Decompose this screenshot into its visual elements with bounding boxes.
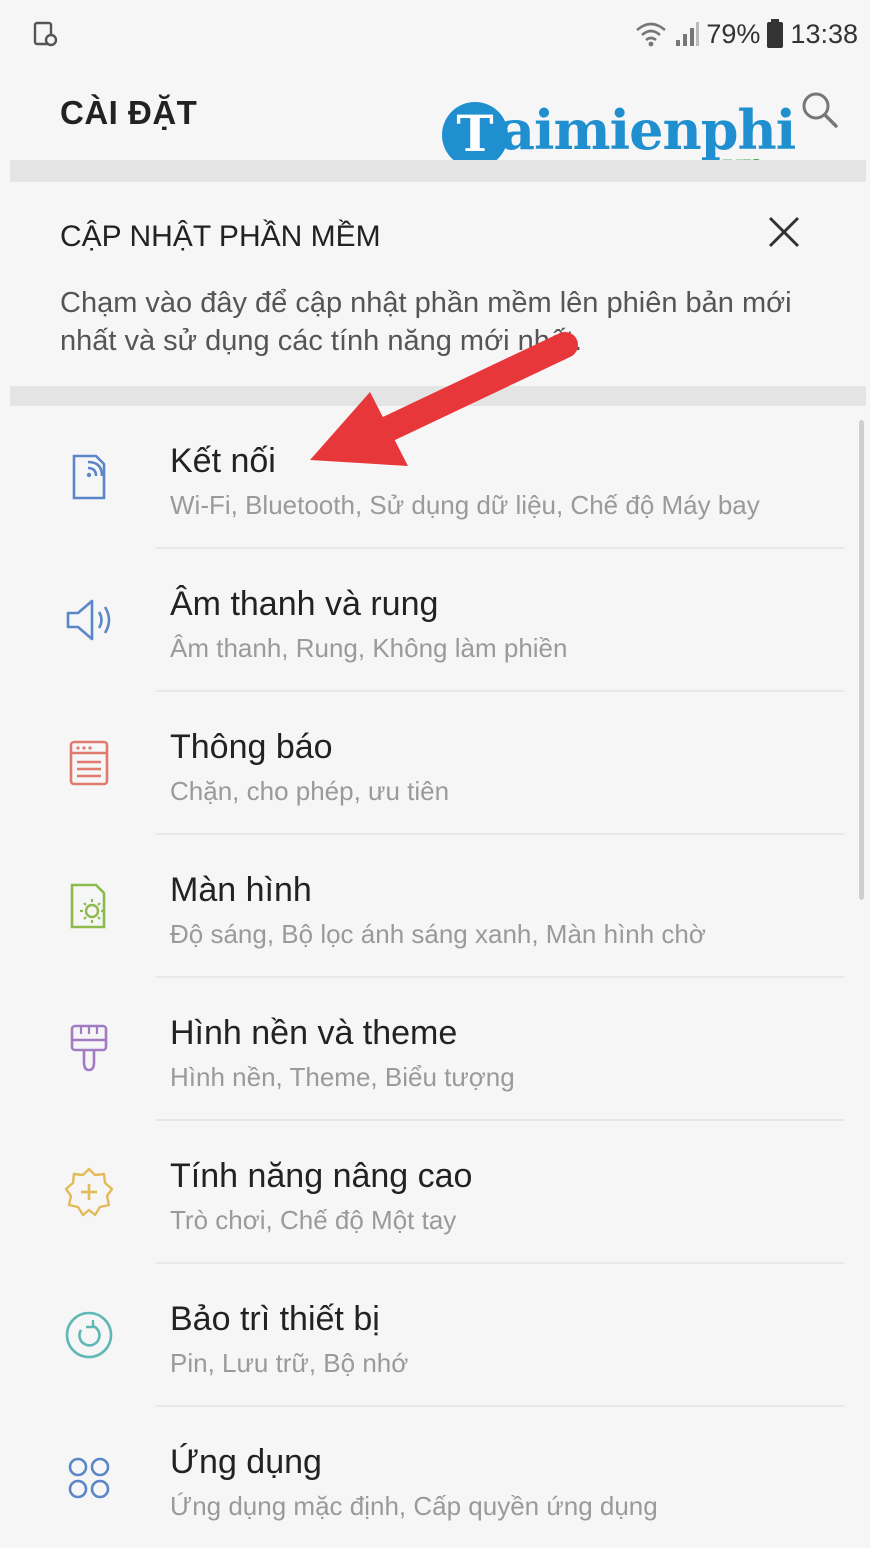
settings-item-sound[interactable]: Âm thanh và rung Âm thanh, Rung, Không l… — [10, 549, 866, 692]
page-title: CÀI ĐẶT — [60, 94, 198, 131]
item-title: Thông báo — [170, 728, 333, 766]
battery-icon — [767, 19, 784, 48]
item-subtitle: Âm thanh, Rung, Không làm phiền — [170, 633, 568, 663]
search-icon[interactable] — [798, 88, 842, 132]
wallpaper-icon — [70, 1024, 108, 1072]
settings-list: Kết nối Wi-Fi, Bluetooth, Sử dụng dữ liệ… — [10, 406, 866, 1548]
item-title: Màn hình — [170, 871, 312, 909]
clock: 13:38 — [790, 18, 858, 49]
notifications-icon — [69, 740, 109, 786]
item-title: Hình nền và theme — [170, 1014, 458, 1052]
watermark-logo-badge: T — [442, 102, 508, 168]
update-card-title: CẬP NHẬT PHẦN MỀM — [60, 220, 381, 253]
status-bar: 79% 13:38 — [10, 0, 866, 66]
settings-item-advanced-features[interactable]: Tính năng nâng cao Trò chơi, Chế độ Một … — [10, 1121, 866, 1264]
settings-item-connections[interactable]: Kết nối Wi-Fi, Bluetooth, Sử dụng dữ liệ… — [10, 406, 866, 549]
status-right: 79% 13:38 — [634, 16, 858, 52]
settings-item-apps[interactable]: Ứng dụng Ứng dụng mặc định, Cấp quyền ứn… — [10, 1407, 866, 1548]
screenshot-icon — [33, 21, 58, 47]
advanced-features-icon — [64, 1167, 114, 1217]
close-icon[interactable] — [764, 212, 804, 252]
scrollbar[interactable] — [859, 420, 864, 900]
settings-item-device-maintenance[interactable]: Bảo trì thiết bị Pin, Lưu trữ, Bộ nhớ — [10, 1264, 866, 1407]
item-subtitle: Độ sáng, Bộ lọc ánh sáng xanh, Màn hình … — [170, 919, 706, 949]
item-title: Ứng dụng — [170, 1443, 322, 1481]
item-subtitle: Pin, Lưu trữ, Bộ nhớ — [170, 1348, 409, 1378]
settings-screen: 79% 13:38 CÀI ĐẶT T aimienphi .vn CẬP NH… — [10, 0, 866, 1548]
wifi-icon — [636, 22, 667, 47]
item-title: Âm thanh và rung — [170, 585, 439, 623]
card-divider — [10, 386, 866, 406]
software-update-card[interactable]: CẬP NHẬT PHẦN MỀM Chạm vào đây để cập nh… — [10, 182, 866, 386]
item-subtitle: Ứng dụng mặc định, Cấp quyền ứng dụng — [170, 1491, 658, 1521]
item-title: Bảo trì thiết bị — [170, 1300, 380, 1338]
sound-icon — [66, 599, 111, 641]
update-card-description: Chạm vào đây để cập nhật phần mềm lên ph… — [60, 287, 792, 357]
settings-item-wallpaper[interactable]: Hình nền và theme Hình nền, Theme, Biểu … — [10, 978, 866, 1121]
item-subtitle: Trò chơi, Chế độ Một tay — [170, 1205, 457, 1235]
item-subtitle: Chặn, cho phép, ưu tiên — [170, 776, 450, 806]
connections-icon — [72, 454, 106, 500]
settings-item-notifications[interactable]: Thông báo Chặn, cho phép, ưu tiên — [10, 692, 866, 835]
item-subtitle: Hình nền, Theme, Biểu tượng — [170, 1062, 515, 1092]
settings-item-display[interactable]: Màn hình Độ sáng, Bộ lọc ánh sáng xanh, … — [10, 835, 866, 978]
header-divider — [10, 160, 866, 182]
apps-icon — [68, 1457, 110, 1499]
signal-icon — [676, 22, 700, 46]
item-subtitle: Wi-Fi, Bluetooth, Sử dụng dữ liệu, Chế đ… — [170, 490, 760, 520]
item-title: Kết nối — [170, 442, 276, 480]
battery-percent: 79% — [706, 18, 761, 49]
display-icon — [70, 883, 106, 929]
device-maintenance-icon — [65, 1311, 113, 1359]
item-title: Tính năng nâng cao — [170, 1157, 473, 1195]
